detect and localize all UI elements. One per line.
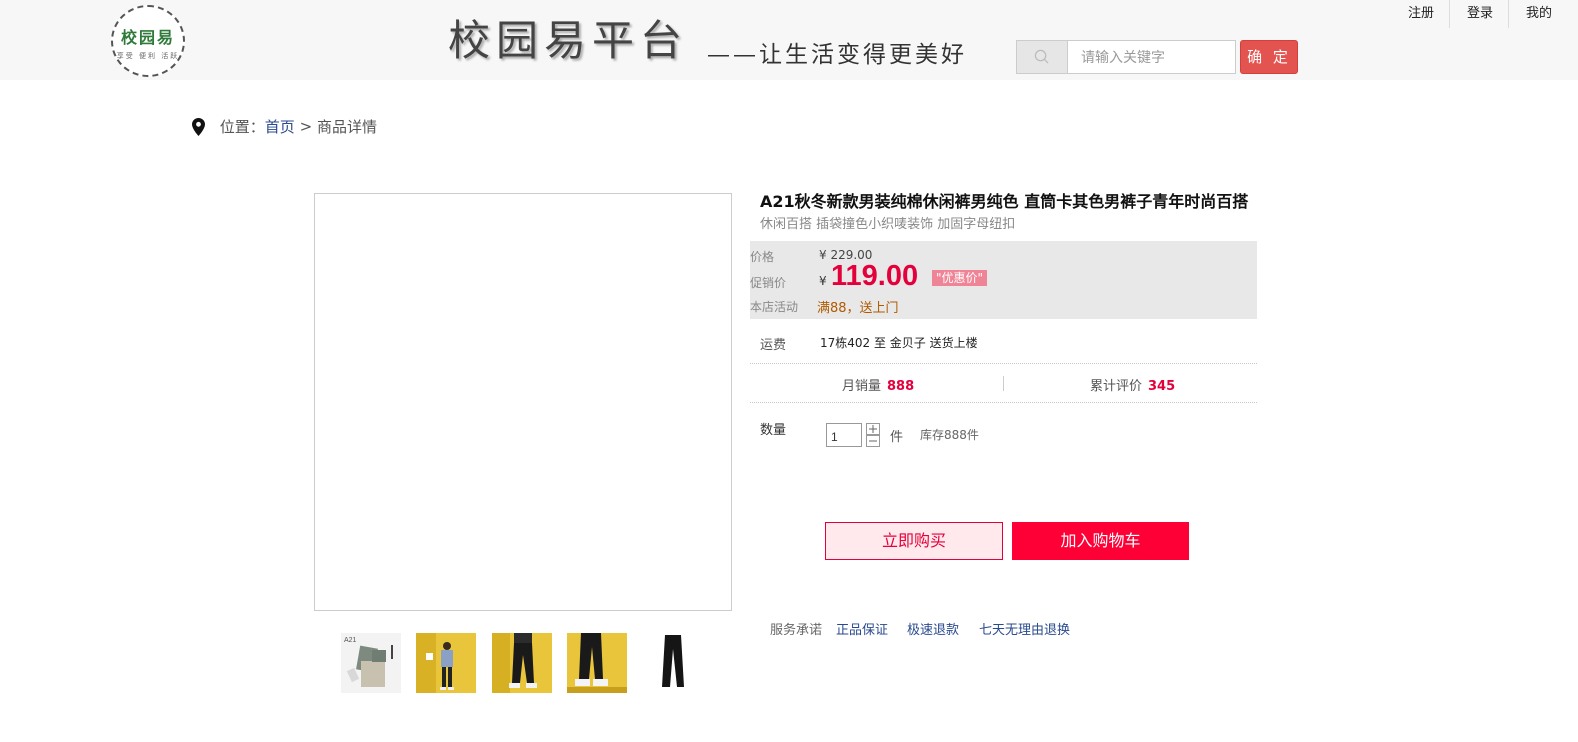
quantity-decrease-button[interactable] — [866, 435, 880, 447]
service-fast-refund[interactable]: 极速退款 — [907, 619, 959, 638]
thumbnail-4[interactable] — [567, 633, 627, 693]
stock-count: 库存888件 — [920, 428, 979, 442]
site-title: 校园易平台 — [448, 16, 689, 65]
review-count-value: 345 — [1148, 379, 1176, 394]
main-product-image — [314, 193, 732, 611]
store-activity: 满88，送上门 — [817, 301, 899, 316]
search-input[interactable] — [1069, 41, 1235, 73]
monthly-sales: 月销量 888 — [842, 375, 914, 394]
quantity-unit: 件 — [890, 430, 904, 445]
thumbnail-3[interactable] — [492, 633, 552, 693]
promo-price-label: 促销价 — [750, 276, 787, 290]
product-title: A21秋冬新款男装纯棉休闲裤男纯色 直筒卡其色男裤子青年时尚百搭 — [760, 192, 1249, 211]
thumbnail-1[interactable]: A21 — [341, 633, 401, 693]
divider — [750, 402, 1257, 403]
service-seven-day-return[interactable]: 七天无理由退换 — [979, 619, 1070, 638]
price-label: 价格 — [750, 250, 775, 264]
login-link[interactable]: 登录 — [1467, 0, 1493, 28]
top-header: 校园易 享受 便利 活跃 校园易平台 ——让生活变得更美好 确 定 注册 登录 … — [0, 0, 1578, 80]
minus-icon — [869, 440, 877, 442]
quantity-input[interactable]: 1 — [826, 423, 862, 447]
thumbnail-3-image — [492, 633, 552, 693]
breadcrumb: 位置：首页 > 商品详情 — [192, 116, 377, 136]
review-count-label: 累计评价 — [1090, 379, 1143, 394]
thumbnail-5-image — [643, 633, 703, 693]
quantity-increase-button[interactable] — [866, 423, 880, 435]
thumbnail-4-image — [567, 633, 627, 693]
register-link[interactable]: 注册 — [1408, 0, 1434, 28]
thumbnail-2-image — [416, 633, 476, 693]
breadcrumb-current: 商品详情 — [316, 118, 377, 136]
monthly-sales-label: 月销量 — [842, 379, 882, 394]
promo-currency: ¥ — [819, 274, 827, 288]
search-icon — [1034, 49, 1049, 64]
divider — [750, 363, 1257, 364]
thumbnail-1-label: A21 — [344, 637, 357, 644]
search-box — [1016, 40, 1236, 74]
add-to-cart-button[interactable]: 加入购物车 — [1012, 522, 1189, 560]
promo-badge: "优惠价" — [932, 270, 988, 286]
logo-subtext: 享受 便利 活跃 — [116, 52, 180, 60]
service-authentic[interactable]: 正品保证 — [836, 619, 888, 638]
buy-now-button[interactable]: 立即购买 — [825, 522, 1003, 560]
breadcrumb-separator: > — [299, 117, 313, 136]
promo-price: 119.00 — [831, 260, 919, 292]
my-account-link[interactable]: 我的 — [1526, 0, 1552, 28]
monthly-sales-count: 888 — [887, 379, 915, 394]
activity-label: 本店活动 — [750, 300, 799, 314]
logo-text: 校园易 — [120, 28, 175, 47]
search-icon-cell — [1017, 41, 1068, 73]
quantity-label: 数量 — [760, 423, 787, 438]
search-button[interactable]: 确 定 — [1240, 40, 1298, 74]
service-label: 服务承诺 — [770, 623, 823, 638]
breadcrumb-prefix: 位置： — [219, 118, 265, 136]
shipping-value: 17栋402 至 金贝子 送货上楼 — [820, 336, 978, 350]
site-logo[interactable]: 校园易 享受 便利 活跃 — [111, 5, 185, 77]
site-slogan: ——让生活变得更美好 — [707, 42, 967, 68]
thumbnail-2[interactable] — [416, 633, 476, 693]
top-link-divider — [1449, 0, 1450, 28]
stats-divider — [1003, 376, 1004, 391]
thumbnail-5[interactable] — [643, 633, 703, 693]
top-link-divider — [1508, 0, 1509, 28]
shipping-label: 运费 — [760, 338, 787, 353]
breadcrumb-home-link[interactable]: 首页 — [265, 118, 295, 136]
plus-icon — [869, 425, 877, 433]
location-pin-icon — [192, 117, 205, 136]
top-links: 注册 登录 我的 — [1390, 0, 1578, 28]
thumbnail-1-image: A21 — [341, 633, 401, 693]
price-panel: 价格 ¥ 229.00 促销价 ¥ 119.00 "优惠价" 本店活动 满88，… — [750, 241, 1257, 319]
product-subtitle: 休闲百搭 插袋撞色小织唛装饰 加固字母纽扣 — [760, 217, 1016, 232]
review-count[interactable]: 累计评价 345 — [1090, 375, 1175, 394]
